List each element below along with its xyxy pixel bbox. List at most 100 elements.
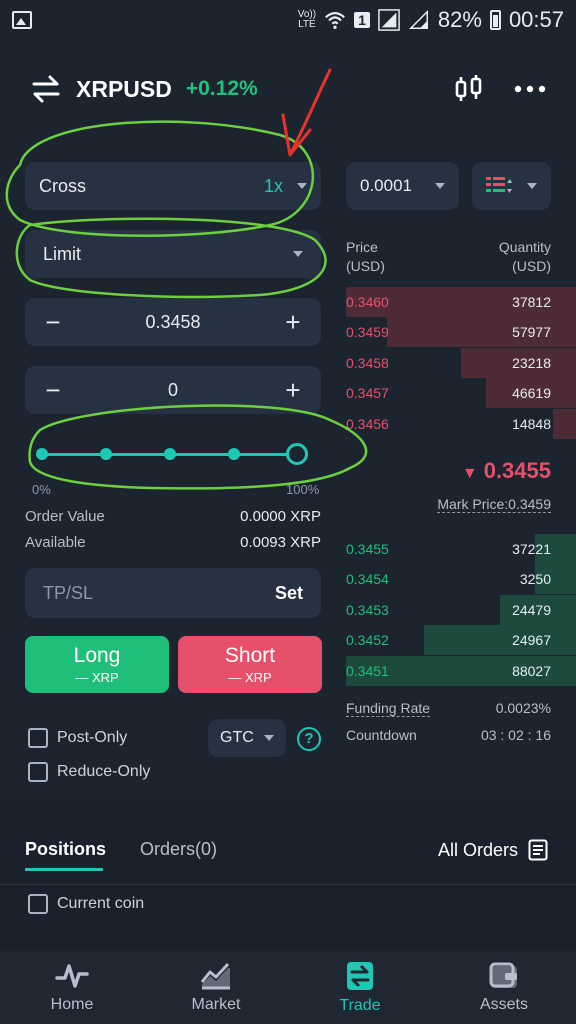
mark-price[interactable]: Mark Price:0.3459: [437, 496, 551, 513]
chevron-down-icon: [264, 735, 274, 741]
countdown-value: 03 : 02 : 16: [480, 727, 551, 743]
signal-icon: [378, 9, 400, 31]
nav-assets-label: Assets: [479, 996, 528, 1013]
trade-icon: [347, 962, 373, 990]
bid-quantity: 24967: [512, 632, 551, 649]
ask-price: 0.3458: [346, 354, 389, 371]
amount-increase-button[interactable]: +: [273, 375, 313, 406]
price-decrease-button[interactable]: −: [33, 307, 73, 338]
ask-row[interactable]: 0.3456 14848: [346, 408, 576, 439]
countdown-label: Countdown: [346, 727, 417, 743]
ob-price-header: Price (USD): [346, 238, 385, 276]
positions-panel: Positions Orders(0) All Orders Current c…: [0, 800, 576, 950]
ask-quantity: 46619: [512, 385, 551, 402]
post-only-checkbox[interactable]: [28, 728, 48, 748]
ask-price: 0.3459: [346, 324, 389, 341]
price-increase-button[interactable]: +: [273, 307, 313, 338]
nav-trade[interactable]: Trade: [288, 952, 432, 1024]
slider-step-0[interactable]: [36, 448, 48, 460]
tab-active-indicator: [25, 868, 103, 871]
chevron-down-icon: [293, 251, 303, 257]
market-chart-icon: [200, 962, 230, 990]
ask-price: 0.3460: [346, 294, 389, 310]
order-type-select[interactable]: Limit: [25, 230, 321, 278]
bottom-nav: Home Market Trade Assets: [0, 952, 576, 1024]
slider-thumb[interactable]: [286, 443, 308, 465]
bid-row[interactable]: 0.3455 37221: [346, 534, 576, 564]
long-button[interactable]: Long — XRP: [25, 636, 169, 693]
ask-price: 0.3456: [346, 415, 389, 432]
ask-depth-bar: [553, 408, 576, 439]
funding-rate-label[interactable]: Funding Rate: [346, 700, 431, 717]
battery-percent: 82%: [437, 7, 482, 32]
gallery-notification-icon: [12, 11, 32, 29]
tpsl-set-button[interactable]: Set: [275, 583, 303, 604]
ask-row[interactable]: 0.3457 46619: [346, 378, 576, 409]
ob-qty-unit-label: (USD): [512, 258, 551, 274]
bid-row[interactable]: 0.3453 24479: [346, 594, 576, 625]
slider-min-label: 0%: [32, 482, 51, 497]
volte-indicator: Vo)) LTE: [298, 10, 316, 30]
candlestick-chart-icon[interactable]: [454, 74, 484, 104]
short-sub-label: — XRP: [228, 670, 272, 685]
tpsl-label: TP/SL: [43, 582, 94, 603]
amount-slider[interactable]: [30, 440, 320, 470]
switch-pair-icon[interactable]: [30, 73, 62, 105]
time-in-force-select[interactable]: GTC: [208, 719, 286, 757]
tab-orders[interactable]: Orders(0): [140, 839, 217, 860]
bid-price: 0.3454: [346, 571, 389, 588]
status-bar: Vo)) LTE 1 82% 00:57: [0, 0, 576, 40]
slider-step-50[interactable]: [164, 448, 176, 460]
nav-assets[interactable]: Assets: [432, 952, 576, 1024]
margin-mode-label: Cross: [39, 175, 87, 196]
bid-price: 0.3453: [346, 601, 389, 618]
sim-badge: 1: [354, 12, 370, 28]
precision-select[interactable]: 0.0001: [346, 162, 459, 210]
bid-quantity: 3250: [519, 571, 551, 588]
ob-price-unit-label: (USD): [346, 258, 385, 274]
slider-max-label: 100%: [286, 482, 320, 497]
nav-home[interactable]: Home: [0, 952, 144, 1024]
long-label: Long: [73, 644, 121, 667]
order-value-label: Order Value: [25, 508, 105, 525]
wallet-icon: [489, 962, 517, 988]
ob-qty-head-label: Quantity: [498, 239, 551, 255]
available-value: 0.0093 XRP: [240, 534, 321, 551]
long-sub-label: — XRP: [75, 670, 119, 685]
ask-row[interactable]: 0.3458 23218: [346, 347, 576, 378]
ask-quantity: 57977: [512, 324, 551, 341]
reduce-only-checkbox[interactable]: [28, 762, 48, 782]
margin-mode-select[interactable]: Cross 1x: [25, 162, 321, 210]
amount-input[interactable]: 0: [73, 380, 273, 401]
reduce-only-label: Reduce-Only: [57, 763, 151, 780]
ask-row[interactable]: 0.3459 57977: [346, 317, 576, 348]
tab-positions[interactable]: Positions: [25, 839, 106, 860]
bid-row[interactable]: 0.3452 24967: [346, 625, 576, 656]
order-type-label: Limit: [43, 243, 82, 264]
more-menu-icon[interactable]: [514, 84, 546, 94]
nav-market-label: Market: [191, 996, 241, 1013]
price-input[interactable]: 0.3458: [73, 312, 273, 333]
help-icon[interactable]: ?: [297, 727, 321, 751]
pair-name[interactable]: XRPUSD: [76, 76, 172, 103]
bid-depth-bar: [424, 625, 576, 656]
bid-row[interactable]: 0.3454 3250: [346, 564, 576, 595]
leverage-label[interactable]: 1x: [264, 176, 283, 197]
nav-market[interactable]: Market: [144, 952, 288, 1024]
current-coin-checkbox[interactable]: [28, 894, 48, 914]
orderbook-layout-select[interactable]: [472, 162, 551, 210]
slider-step-25[interactable]: [100, 448, 112, 460]
short-button[interactable]: Short — XRP: [178, 636, 322, 693]
order-value: 0.0000 XRP: [240, 508, 321, 525]
bid-row[interactable]: 0.3451 88027: [346, 655, 576, 686]
all-orders-button[interactable]: All Orders: [438, 839, 548, 861]
lte-label: LTE: [298, 19, 316, 30]
amount-stepper: − 0 +: [25, 366, 321, 414]
post-only-label: Post-Only: [57, 729, 128, 746]
amount-decrease-button[interactable]: −: [33, 375, 73, 406]
chevron-down-icon: [527, 183, 537, 189]
tpsl-row: TP/SL Set: [25, 568, 321, 618]
slider-step-75[interactable]: [228, 448, 240, 460]
last-price: 0.3455: [483, 458, 551, 483]
ask-row[interactable]: 0.3460 37812: [346, 287, 576, 317]
